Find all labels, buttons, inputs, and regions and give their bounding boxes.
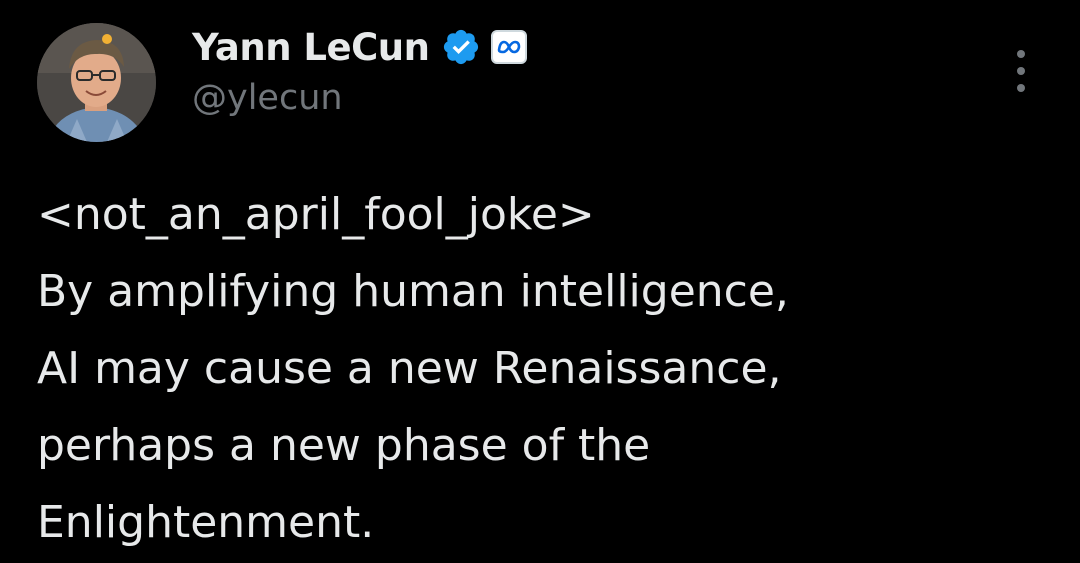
tweet-text-line: AI may cause a new Renaissance,	[37, 343, 782, 394]
tweet: Yann LeCun @ylecun <not_an_april_fool_jo…	[0, 0, 1080, 563]
more-dot	[1017, 50, 1025, 58]
more-dot	[1017, 67, 1025, 75]
user-handle[interactable]: @ylecun	[192, 78, 343, 118]
display-name[interactable]: Yann LeCun	[192, 26, 430, 69]
tweet-text-line: Enlightenment.	[37, 497, 375, 548]
tweet-text-line: By amplifying human intelligence,	[37, 266, 789, 317]
more-dot	[1017, 84, 1025, 92]
verified-badge-icon[interactable]	[441, 27, 481, 67]
name-row: Yann LeCun	[192, 22, 528, 72]
avatar[interactable]	[37, 23, 156, 142]
more-options-icon[interactable]	[1006, 50, 1036, 92]
avatar-image	[37, 23, 156, 142]
tweet-text-line: perhaps a new phase of the	[37, 420, 651, 471]
tweet-text: <not_an_april_fool_joke> By amplifying h…	[37, 176, 1037, 561]
tweet-text-line: <not_an_april_fool_joke>	[37, 189, 595, 240]
meta-logo-icon[interactable]	[491, 30, 528, 64]
